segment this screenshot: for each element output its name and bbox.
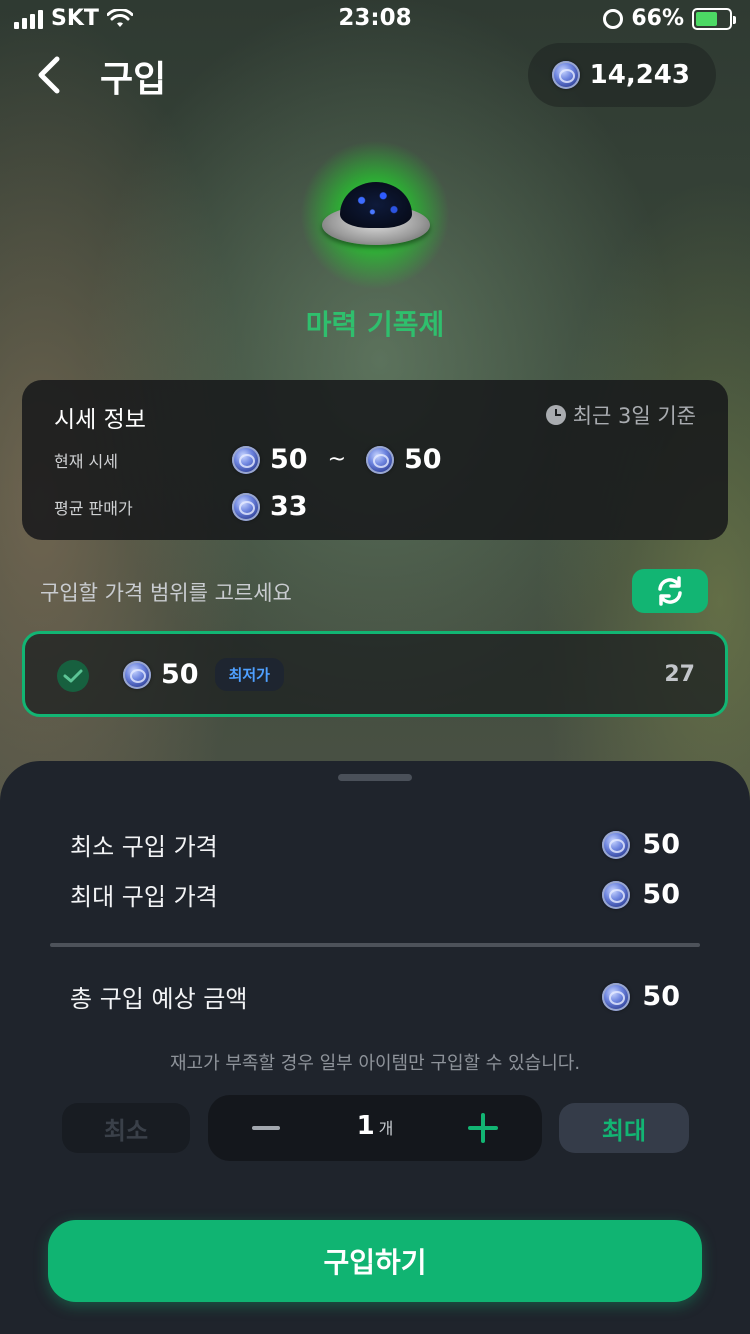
orientation-lock-icon (603, 8, 624, 29)
page-title: 구입 (100, 59, 167, 100)
min-price-label: 최소 구입 가격 (70, 833, 218, 861)
item-name: 마력 기폭제 (305, 308, 445, 341)
chevron-left-icon[interactable] (30, 54, 70, 96)
min-price-row: 최소 구입 가격 50 (70, 827, 680, 862)
market-info-card: 시세 정보 최근 3일 기준 현재 시세 50 ~ 50 평균 판매가 33 (22, 380, 728, 540)
average-price: 33 (270, 491, 308, 522)
current-min-price: 50 (270, 444, 308, 475)
average-price-row: 평균 판매가 33 (54, 491, 308, 522)
buy-button[interactable]: 구입하기 (48, 1220, 702, 1302)
range-tilde: ~ (327, 447, 347, 472)
coin-icon (602, 982, 631, 1011)
min-quantity-button[interactable]: 최소 (62, 1103, 190, 1153)
quantity-value: 1 (356, 1111, 375, 1141)
current-price-row: 현재 시세 50 ~ 50 (54, 444, 442, 475)
option-quantity: 27 (664, 662, 695, 687)
balance-badge: 14,243 (527, 43, 716, 107)
current-max-price: 50 (404, 444, 442, 475)
refresh-icon (658, 576, 682, 606)
clock-icon (545, 405, 566, 425)
total-row: 총 구입 예상 금액 50 (70, 979, 680, 1014)
total-value: 50 (642, 981, 680, 1012)
max-price-label: 최대 구입 가격 (70, 883, 218, 911)
lowest-price-badge: 최저가 (214, 658, 284, 691)
purchase-sheet: 최소 구입 가격 50 최대 구입 가격 50 총 구입 예상 금액 50 재고… (0, 761, 750, 1334)
battery-level (696, 11, 718, 26)
stock-notice: 재고가 부족할 경우 일부 아이템만 구입할 수 있습니다. (169, 1053, 581, 1074)
max-price-row: 최대 구입 가격 50 (70, 877, 680, 912)
market-info-period: 최근 3일 기준 (545, 400, 696, 430)
current-price-label: 현재 시세 (54, 451, 118, 471)
coin-icon (232, 445, 260, 474)
option-price: 50 (161, 659, 199, 690)
divider (50, 943, 700, 947)
market-info-title: 시세 정보 (54, 407, 146, 433)
max-quantity-button[interactable]: 최대 (559, 1103, 689, 1153)
period-text: 최근 3일 기준 (572, 404, 696, 428)
battery-percent: 66% (631, 6, 684, 31)
battery-icon (692, 7, 736, 30)
average-price-label: 평균 판매가 (54, 498, 133, 518)
total-label: 총 구입 예상 금액 (70, 985, 248, 1013)
coin-icon (123, 660, 151, 689)
coin-icon (602, 880, 631, 909)
check-icon (57, 660, 89, 692)
balance-amount: 14,243 (589, 60, 690, 90)
coin-icon (232, 492, 260, 521)
quantity-stepper: 1개 (208, 1095, 542, 1161)
plus-icon[interactable] (468, 1113, 498, 1143)
coin-icon (366, 445, 395, 474)
coin-icon (551, 61, 580, 89)
max-price-value: 50 (642, 879, 680, 910)
price-range-option[interactable]: 50 최저가 27 (22, 631, 728, 717)
sheet-grabber[interactable] (338, 774, 412, 781)
range-prompt: 구입할 가격 범위를 고르세요 (40, 581, 292, 605)
quantity-unit: 개 (378, 1119, 394, 1138)
min-price-value: 50 (642, 829, 680, 860)
refresh-button[interactable] (632, 569, 708, 613)
coin-icon (602, 830, 631, 859)
status-bar: SKT 23:08 66% (0, 0, 750, 40)
